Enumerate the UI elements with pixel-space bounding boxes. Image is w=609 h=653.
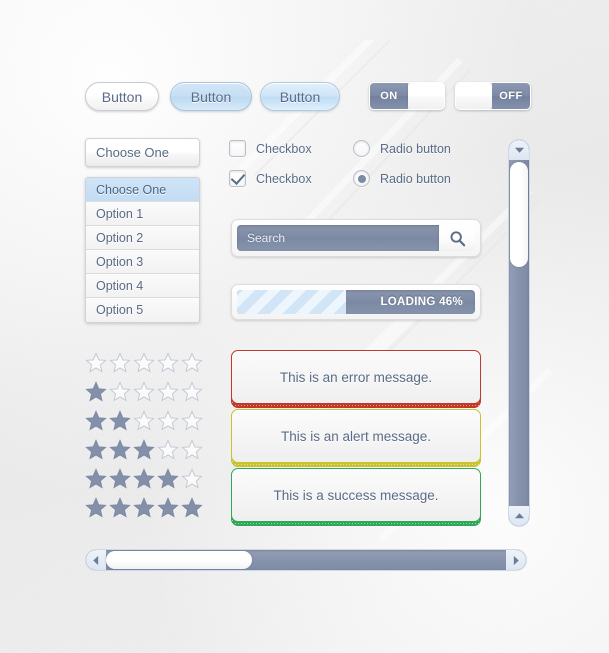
search-button[interactable]: [439, 225, 475, 251]
star-rating-2[interactable]: [85, 410, 203, 431]
star-filled-icon[interactable]: [109, 410, 131, 431]
star-empty-icon[interactable]: [181, 468, 203, 489]
chevron-down-icon: [514, 147, 524, 153]
message-error-text: This is an error message.: [279, 369, 433, 385]
select-dropdown-header[interactable]: Choose One: [85, 138, 200, 167]
star-rating-3[interactable]: [85, 439, 203, 460]
star-empty-icon[interactable]: [181, 439, 203, 460]
select-option-3[interactable]: Option 3: [86, 250, 199, 274]
star-filled-icon[interactable]: [133, 468, 155, 489]
star-filled-icon[interactable]: [85, 468, 107, 489]
star-filled-icon[interactable]: [85, 497, 107, 518]
star-empty-icon[interactable]: [181, 352, 203, 373]
message-error-body: This is an error message.: [231, 350, 481, 404]
ui-kit-canvas: Button Button Button ON OFF Choose One C…: [0, 0, 609, 653]
message-error: This is an error message.: [231, 350, 481, 408]
star-rating-1[interactable]: [85, 381, 203, 402]
message-alert-text: This is an alert message.: [280, 428, 432, 444]
radio-unselected-row[interactable]: Radio button: [353, 140, 451, 157]
toggle-switch-on[interactable]: ON: [369, 82, 445, 110]
star-empty-icon[interactable]: [133, 352, 155, 373]
button-hover[interactable]: Button: [260, 82, 340, 111]
star-filled-icon[interactable]: [109, 497, 131, 518]
progress-bar: LOADING 46%: [231, 284, 481, 320]
toggle-off-label: OFF: [492, 83, 530, 109]
star-filled-icon[interactable]: [109, 468, 131, 489]
star-empty-icon[interactable]: [133, 410, 155, 431]
message-success-body: This is a success message.: [231, 468, 481, 522]
star-filled-icon[interactable]: [133, 497, 155, 518]
star-rating-5[interactable]: [85, 497, 203, 518]
star-rating-0[interactable]: [85, 352, 203, 373]
message-alert: This is an alert message.: [231, 409, 481, 467]
search-bar[interactable]: Search: [231, 219, 481, 257]
star-empty-icon[interactable]: [85, 352, 107, 373]
star-empty-icon[interactable]: [133, 381, 155, 402]
toggle-on-label: ON: [370, 83, 408, 109]
message-success-text: This is a success message.: [273, 487, 439, 503]
select-option-1[interactable]: Option 1: [86, 202, 199, 226]
radio-unselected-label: Radio button: [380, 141, 451, 156]
select-option-5[interactable]: Option 5: [86, 298, 199, 322]
star-filled-icon[interactable]: [157, 497, 179, 518]
search-icon: [450, 230, 465, 246]
checkbox-unchecked-label: Checkbox: [256, 141, 312, 156]
star-empty-icon[interactable]: [109, 352, 131, 373]
horizontal-scroll-thumb[interactable]: [106, 551, 252, 569]
select-option-list[interactable]: Choose One Option 1 Option 2 Option 3 Op…: [85, 177, 200, 323]
checkbox-checked-label: Checkbox: [256, 171, 312, 186]
horizontal-scrollbar[interactable]: [85, 549, 527, 571]
star-empty-icon[interactable]: [181, 381, 203, 402]
select-header-label: Choose One: [96, 145, 169, 160]
vertical-scroll-thumb[interactable]: [510, 162, 528, 267]
search-placeholder: Search: [247, 231, 286, 245]
select-option-2[interactable]: Option 2: [86, 226, 199, 250]
button-default[interactable]: Button: [85, 82, 159, 111]
scroll-right-button[interactable]: [506, 550, 526, 570]
progress-label: LOADING 46%: [380, 296, 463, 308]
star-empty-icon[interactable]: [181, 410, 203, 431]
progress-fill: [237, 290, 347, 314]
checkbox-unchecked-row[interactable]: Checkbox: [229, 140, 312, 157]
star-empty-icon[interactable]: [157, 381, 179, 402]
star-filled-icon[interactable]: [157, 468, 179, 489]
toggle-switch-off[interactable]: OFF: [455, 82, 531, 110]
checkbox-unchecked-box[interactable]: [229, 140, 246, 157]
message-alert-body: This is an alert message.: [231, 409, 481, 463]
star-filled-icon[interactable]: [85, 439, 107, 460]
star-rating-4[interactable]: [85, 468, 203, 489]
select-option-choose-one[interactable]: Choose One: [86, 178, 199, 202]
scroll-down-button[interactable]: [509, 506, 529, 526]
vertical-scrollbar[interactable]: [508, 139, 530, 527]
star-filled-icon[interactable]: [133, 439, 155, 460]
select-option-4[interactable]: Option 4: [86, 274, 199, 298]
progress-track: LOADING 46%: [237, 290, 475, 314]
message-success: This is a success message.: [231, 468, 481, 526]
scroll-up-button[interactable]: [509, 140, 529, 160]
radio-selected-row[interactable]: Radio button: [353, 170, 451, 187]
star-filled-icon[interactable]: [85, 381, 107, 402]
star-empty-icon[interactable]: [157, 439, 179, 460]
chevron-left-icon: [93, 555, 99, 565]
star-empty-icon[interactable]: [109, 381, 131, 402]
button-primary[interactable]: Button: [170, 82, 252, 111]
search-input[interactable]: Search: [237, 225, 439, 251]
star-filled-icon[interactable]: [181, 497, 203, 518]
chevron-right-icon: [513, 555, 519, 565]
checkbox-checked-box[interactable]: [229, 170, 246, 187]
scroll-left-button[interactable]: [86, 550, 106, 570]
radio-selected-label: Radio button: [380, 171, 451, 186]
radio-unselected-box[interactable]: [353, 140, 370, 157]
star-filled-icon[interactable]: [109, 439, 131, 460]
toggle-on-knob[interactable]: [408, 83, 444, 109]
checkbox-checked-row[interactable]: Checkbox: [229, 170, 312, 187]
star-empty-icon[interactable]: [157, 352, 179, 373]
radio-selected-box[interactable]: [353, 170, 370, 187]
star-empty-icon[interactable]: [157, 410, 179, 431]
star-filled-icon[interactable]: [85, 410, 107, 431]
toggle-off-knob[interactable]: [456, 83, 492, 109]
chevron-up-icon: [514, 513, 524, 519]
